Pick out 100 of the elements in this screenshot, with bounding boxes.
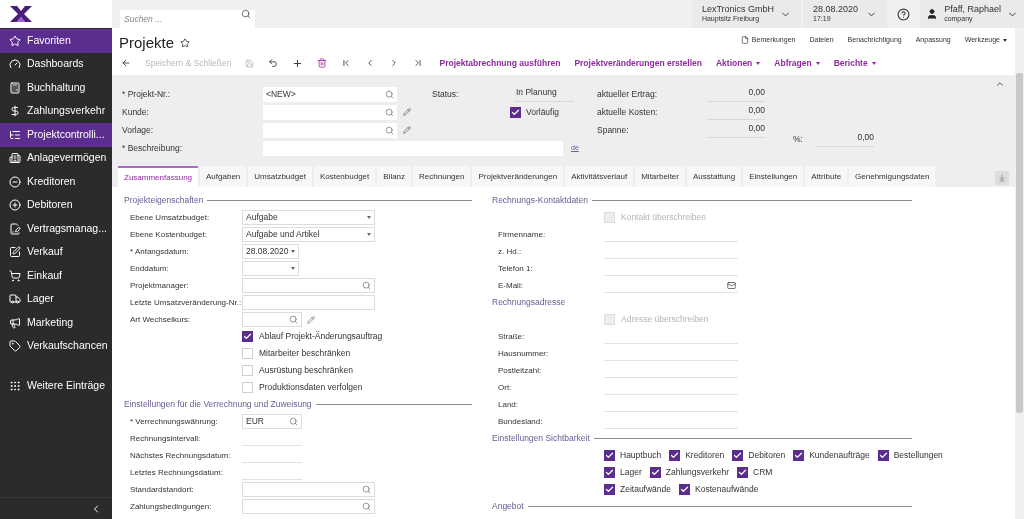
sidebar-item[interactable]: Vertragsmanag... [0,217,112,241]
lookup-field[interactable]: <NEW> [263,86,397,102]
star-icon [9,34,21,47]
checkbox[interactable] [877,450,889,461]
tab[interactable]: Zusammenfassung [118,166,199,187]
field-label: Hausnummer: [497,347,550,360]
last-icon[interactable] [413,58,424,68]
search-icon[interactable] [385,107,394,117]
checkbox[interactable] [649,467,661,478]
lookup-field[interactable] [242,499,375,514]
search-icon[interactable] [362,281,371,290]
pencil-icon[interactable] [403,126,411,134]
sidebar-item[interactable]: Weitere Einträge [0,374,112,398]
input-field[interactable] [242,295,375,310]
tab[interactable]: Aufgaben [200,166,247,187]
search-icon[interactable] [362,502,371,511]
action-link[interactable]: Aktionen [715,56,761,70]
sidebar-item[interactable]: Lager [0,287,112,311]
checkbox[interactable] [604,467,615,478]
pencil-icon[interactable] [307,315,315,324]
tab[interactable]: Rechnungen [413,166,471,187]
help-icon[interactable] [897,7,911,21]
download-button[interactable] [995,171,1009,185]
action-link[interactable]: Projektveränderungen erstellen [574,56,702,70]
save-icon[interactable] [245,58,255,68]
sidebar-item[interactable]: Verkaufschancen [0,334,112,358]
lookup-field[interactable] [242,482,375,497]
section-title: Rechnungs-Kontaktdaten [492,194,588,207]
checkbox[interactable] [510,106,521,118]
field-label: aktueller Ertrag: [597,87,658,101]
sidebar-item[interactable]: Marketing [0,311,112,335]
lookup-field[interactable] [242,278,375,293]
tab[interactable]: Einstellungen [743,166,804,187]
add-icon[interactable] [292,57,304,69]
sidebar-item[interactable]: Einkauf [0,264,112,288]
sidebar-item[interactable]: Debitoren [0,193,112,217]
tab[interactable]: Ausstattung [687,166,742,187]
tab[interactable]: Mitarbeiter [635,166,685,187]
tab[interactable]: Genehmigungsdaten [849,166,936,187]
lookup-field[interactable]: EUR [242,414,302,429]
delete-icon[interactable] [317,58,328,68]
lookup-field[interactable] [242,312,302,327]
sidebar-item[interactable]: Verkauf [0,240,112,264]
tab[interactable]: Bilanz [377,166,412,187]
field-label: Straße: [497,330,526,343]
collapse-icon[interactable] [995,79,1005,89]
search-field[interactable]: Suchen ... [120,10,255,28]
sidebar-item[interactable]: Favoriten [0,29,112,53]
dropdown[interactable]: Aufgabe [242,210,375,225]
checkbox[interactable] [737,467,749,478]
star-icon[interactable] [180,38,191,49]
checkbox-label: Bestellungen [893,449,943,462]
tab[interactable]: Kostenbudget [313,166,376,187]
field-label: Land: [497,398,520,411]
action-link[interactable]: Abfragen [774,56,820,70]
field-label: Standardstandort: [129,483,195,496]
sidebar-item[interactable]: Buchhaltung [0,76,112,100]
scrollbar[interactable] [1015,28,1024,519]
search-icon[interactable] [385,125,394,135]
action-link[interactable]: Projektabrechnung ausführen [439,56,561,70]
pencil-square-icon [9,246,21,259]
field-label: Projektmanager: [129,279,190,292]
building-icon [9,152,21,165]
lookup-field[interactable] [263,122,397,138]
pencil-icon[interactable] [403,108,411,116]
sidebar-item[interactable]: Dashboards [0,52,112,76]
checkbox[interactable] [732,450,744,461]
sidebar-item[interactable]: Projektcontrolli... [0,123,112,147]
sidebar-item[interactable]: Kreditoren [0,170,112,194]
tab[interactable]: Projektveränderungen [472,166,564,187]
field-label: aktuelle Kosten: [597,105,659,119]
lookup-field[interactable] [263,104,397,120]
mail-icon[interactable] [727,280,736,290]
tab[interactable]: Umsatzbudget [248,166,312,187]
calculator-icon [9,81,21,94]
tab[interactable]: Aktivitätsverlauf [565,166,634,187]
checkbox[interactable] [679,484,691,495]
checkbox[interactable] [793,450,805,461]
note-icon [740,36,749,45]
search-icon[interactable] [289,417,298,426]
date-field[interactable]: 28.08.2020 [242,244,299,259]
sidebar-item[interactable]: Anlagevermögen [0,146,112,170]
search-icon[interactable] [385,89,394,99]
sidebar-item[interactable]: Zahlungsverkehr [0,99,112,123]
undo-icon[interactable] [268,58,279,68]
search-icon[interactable] [241,9,251,19]
minus-circle-icon [9,175,21,188]
checkbox[interactable] [242,331,253,342]
tab[interactable]: Attribute [805,166,848,187]
back-icon[interactable] [121,58,131,68]
checkbox[interactable] [669,450,681,461]
search-icon[interactable] [289,315,298,324]
search-icon[interactable] [362,485,371,494]
dropdown[interactable]: Aufgabe und Artikel [242,227,375,242]
checkbox[interactable] [604,484,615,495]
date-field[interactable] [242,261,299,276]
caret-icon [815,61,820,65]
checkbox[interactable] [604,450,615,461]
action-link[interactable]: Berichte [833,56,876,70]
first-icon[interactable] [341,58,352,68]
